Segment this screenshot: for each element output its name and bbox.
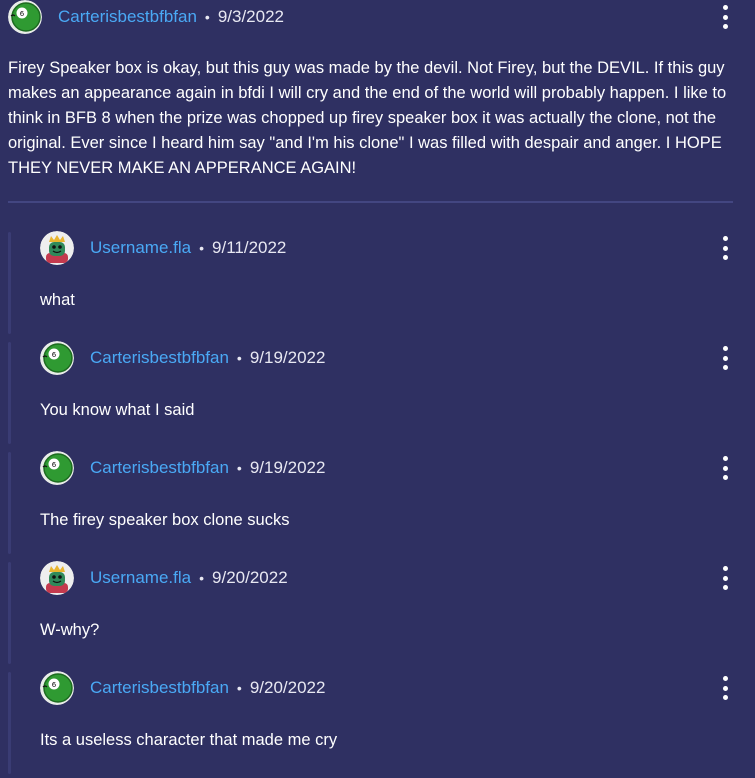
comment-body: what	[40, 291, 75, 309]
reply-rail	[8, 452, 11, 554]
comment-header: Carterisbestbfbfan • 9/19/2022	[40, 340, 755, 376]
reply-rail	[8, 562, 11, 664]
reply-item: Carterisbestbfbfan • 9/20/2022 Its a use…	[8, 668, 755, 778]
comment-header: Carterisbestbfbfan • 9/20/2022	[40, 670, 755, 706]
more-options-icon[interactable]	[719, 5, 731, 29]
reply-rail	[8, 232, 11, 334]
username-link[interactable]: Username.fla	[90, 568, 191, 588]
comment-header: Username.fla • 9/20/2022	[40, 560, 755, 596]
username-link[interactable]: Username.fla	[90, 238, 191, 258]
separator-dot: •	[204, 9, 210, 25]
comment-date: 9/11/2022	[212, 238, 287, 257]
separator-dot: •	[236, 350, 242, 366]
comment-date: 9/3/2022	[217, 7, 284, 26]
username-link[interactable]: Carterisbestbfbfan	[90, 458, 229, 478]
comment-date: 9/19/2022	[249, 458, 326, 477]
reply-rail	[8, 342, 11, 444]
comment-body: Firey Speaker box is okay, but this guy …	[8, 59, 727, 177]
comment-date: 9/20/2022	[249, 678, 326, 697]
reply-rail	[8, 672, 11, 774]
comment-body: Its a useless character that made me cry	[40, 731, 338, 749]
green-ball-6-avatar[interactable]	[40, 671, 74, 705]
crowned-character-avatar[interactable]	[40, 561, 74, 595]
more-options-icon[interactable]	[719, 236, 731, 260]
green-ball-6-avatar[interactable]	[8, 0, 42, 34]
more-options-icon[interactable]	[719, 456, 731, 480]
comment-header: Carterisbestbfbfan • 9/3/2022	[8, 0, 755, 34]
green-ball-6-avatar[interactable]	[40, 451, 74, 485]
comment-body: You know what I said	[40, 401, 195, 419]
comment-header: Carterisbestbfbfan • 9/19/2022	[40, 450, 755, 486]
username-link[interactable]: Carterisbestbfbfan	[58, 7, 197, 27]
separator-dot: •	[199, 240, 205, 256]
comment-header: Username.fla • 9/11/2022	[40, 230, 755, 266]
crowned-character-avatar[interactable]	[40, 231, 74, 265]
more-options-icon[interactable]	[719, 346, 731, 370]
more-options-icon[interactable]	[719, 566, 731, 590]
thread-divider	[8, 201, 733, 203]
reply-item: Carterisbestbfbfan • 9/19/2022 You know …	[8, 338, 755, 448]
top-comment: Carterisbestbfbfan • 9/3/2022 Firey Spea…	[8, 0, 755, 181]
separator-dot: •	[236, 460, 242, 476]
separator-dot: •	[199, 570, 205, 586]
reply-item: Username.fla • 9/20/2022 W-why?	[8, 558, 755, 668]
reply-item: Carterisbestbfbfan • 9/19/2022 The firey…	[8, 448, 755, 558]
reply-item: Username.fla • 9/11/2022 what	[8, 228, 755, 338]
more-options-icon[interactable]	[719, 676, 731, 700]
separator-dot: •	[236, 680, 242, 696]
username-link[interactable]: Carterisbestbfbfan	[90, 678, 229, 698]
comment-body: W-why?	[40, 621, 100, 639]
comment-date: 9/19/2022	[249, 348, 326, 367]
comment-date: 9/20/2022	[212, 568, 288, 587]
username-link[interactable]: Carterisbestbfbfan	[90, 348, 229, 368]
green-ball-6-avatar[interactable]	[40, 341, 74, 375]
comment-body: The firey speaker box clone sucks	[40, 511, 290, 529]
